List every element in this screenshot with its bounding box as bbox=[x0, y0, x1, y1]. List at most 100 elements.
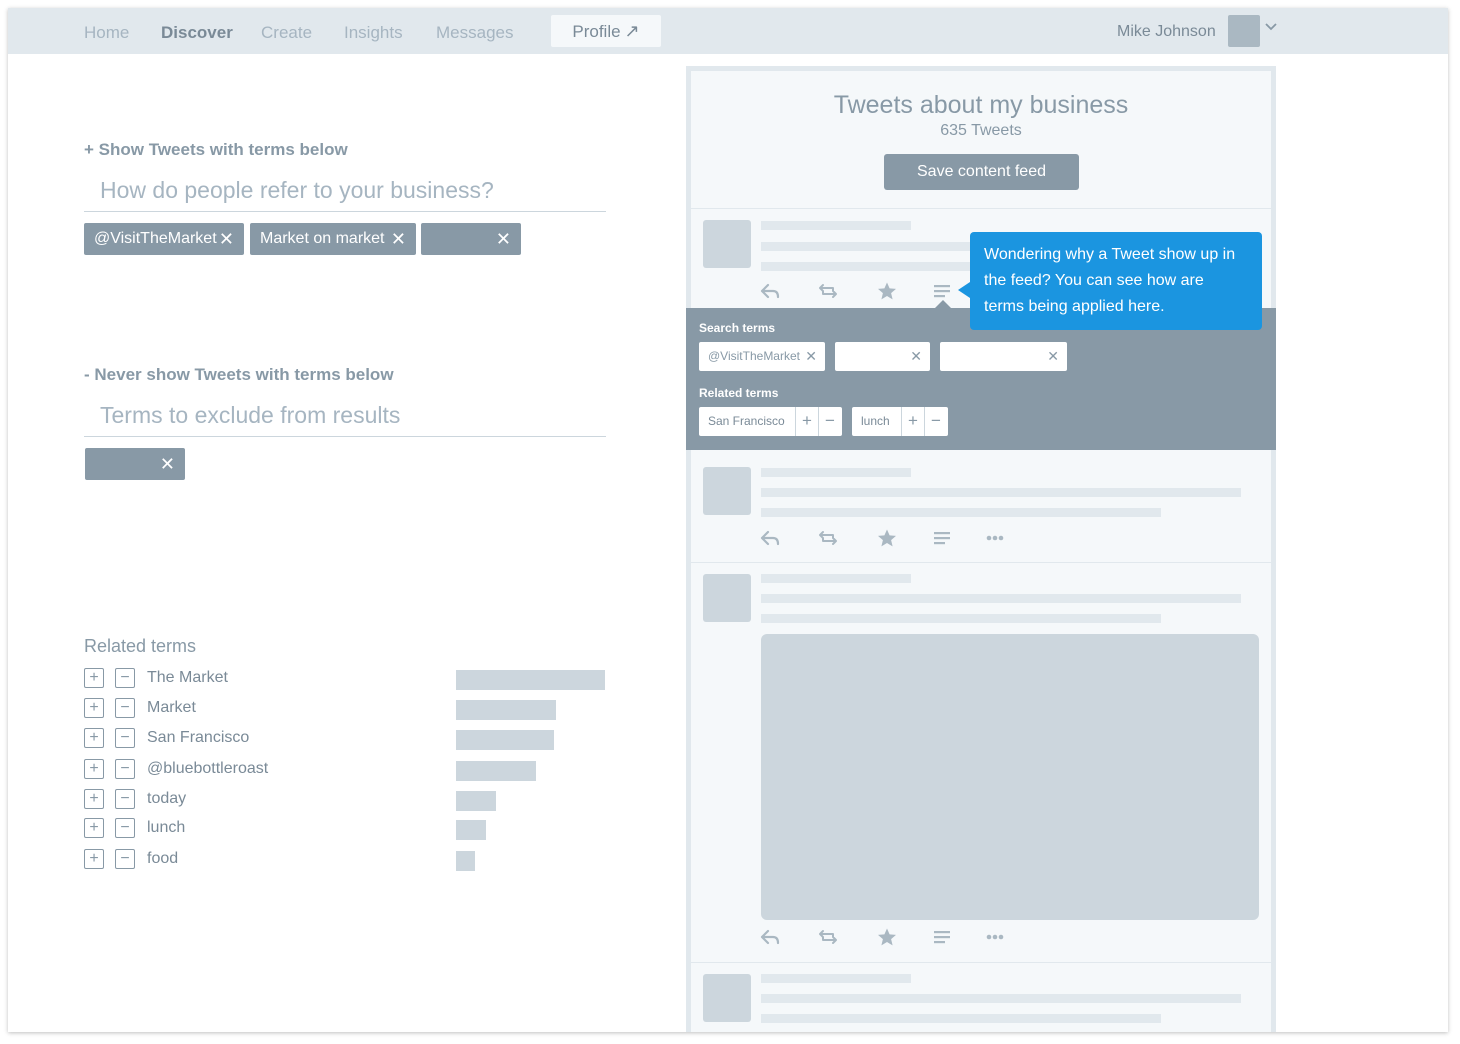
details-icon[interactable] bbox=[932, 927, 952, 947]
related-term-row: + − lunch bbox=[84, 818, 608, 840]
nav-home[interactable]: Home bbox=[84, 23, 129, 43]
app-window: Home Discover Create Insights Messages P… bbox=[8, 8, 1448, 1032]
tweet-line-placeholder bbox=[761, 574, 911, 583]
panel-pointer bbox=[935, 300, 951, 308]
term-label: @VisitTheMarket bbox=[708, 349, 800, 363]
plus-icon[interactable]: + bbox=[84, 789, 104, 809]
divider bbox=[691, 208, 1271, 209]
plus-icon[interactable]: + bbox=[901, 407, 924, 436]
plus-icon[interactable]: + bbox=[84, 698, 104, 718]
tag-label: @VisitTheMarket bbox=[94, 230, 217, 247]
divider bbox=[691, 962, 1271, 963]
external-link-icon: ↗ bbox=[624, 21, 640, 41]
related-term-row: + − food bbox=[84, 849, 608, 871]
plus-icon[interactable]: + bbox=[84, 728, 104, 748]
tweet-line-placeholder bbox=[761, 594, 1241, 603]
related-term-label: food bbox=[147, 850, 179, 867]
reply-icon[interactable] bbox=[760, 281, 780, 301]
term-frequency-bar bbox=[456, 730, 554, 750]
related-term-chip: San Francisco + − bbox=[699, 407, 842, 436]
nav-insights[interactable]: Insights bbox=[344, 23, 403, 43]
search-terms-label: Search terms bbox=[699, 321, 776, 335]
details-icon[interactable] bbox=[932, 528, 952, 548]
details-icon[interactable] bbox=[932, 281, 952, 301]
save-content-feed-button[interactable]: Save content feed bbox=[884, 154, 1079, 190]
include-tag-placeholder: ✕ bbox=[421, 223, 521, 255]
term-label: lunch bbox=[861, 414, 890, 428]
include-title: + Show Tweets with terms below bbox=[84, 140, 348, 159]
chevron-down-icon[interactable] bbox=[1263, 19, 1279, 35]
tweet-line-placeholder bbox=[761, 614, 1161, 623]
minus-icon[interactable]: − bbox=[115, 668, 135, 688]
reply-icon[interactable] bbox=[760, 927, 780, 947]
more-icon[interactable] bbox=[985, 927, 1005, 947]
related-term-chip: lunch + − bbox=[852, 407, 948, 436]
term-frequency-bar bbox=[456, 700, 556, 720]
plus-icon[interactable]: + bbox=[84, 818, 104, 838]
reply-icon[interactable] bbox=[760, 528, 780, 548]
minus-icon[interactable]: − bbox=[924, 407, 947, 436]
related-term-row: + − today bbox=[84, 789, 608, 811]
plus-icon[interactable]: + bbox=[84, 759, 104, 779]
minus-icon[interactable]: − bbox=[115, 728, 135, 748]
include-tag: Market on market ✕ bbox=[250, 223, 416, 255]
minus-icon[interactable]: − bbox=[115, 759, 135, 779]
include-tag: @VisitTheMarket ✕ bbox=[84, 223, 244, 255]
related-term-label: Market bbox=[147, 699, 196, 716]
close-icon[interactable]: ✕ bbox=[160, 448, 175, 480]
tweet-line-placeholder bbox=[761, 1014, 1161, 1023]
close-icon[interactable]: ✕ bbox=[910, 342, 922, 371]
related-term-label: The Market bbox=[147, 669, 228, 686]
more-icon[interactable] bbox=[985, 528, 1005, 548]
star-icon[interactable] bbox=[877, 281, 897, 301]
tweet-avatar-placeholder bbox=[703, 467, 751, 515]
minus-icon[interactable]: − bbox=[115, 789, 135, 809]
close-icon[interactable]: ✕ bbox=[219, 223, 234, 255]
tag-label: Market on market bbox=[260, 230, 385, 247]
tooltip-arrow bbox=[958, 282, 970, 298]
close-icon[interactable]: ✕ bbox=[496, 223, 511, 255]
divider bbox=[691, 562, 1271, 563]
minus-icon[interactable]: − bbox=[818, 407, 841, 436]
plus-icon[interactable]: + bbox=[84, 668, 104, 688]
retweet-icon[interactable] bbox=[818, 927, 838, 947]
related-term-row: + − San Francisco bbox=[84, 728, 608, 750]
minus-icon[interactable]: − bbox=[115, 849, 135, 869]
close-icon[interactable]: ✕ bbox=[805, 342, 817, 371]
related-terms-label: Related terms bbox=[699, 386, 779, 400]
profile-button[interactable]: Profile ↗ bbox=[551, 15, 661, 47]
nav-messages[interactable]: Messages bbox=[436, 23, 513, 43]
related-term-row: + − The Market bbox=[84, 668, 608, 690]
star-icon[interactable] bbox=[877, 528, 897, 548]
content-feed: Tweets about my business 635 Tweets Save… bbox=[686, 66, 1276, 1032]
search-term-chip: @VisitTheMarket ✕ bbox=[699, 342, 825, 371]
avatar[interactable] bbox=[1228, 15, 1260, 47]
include-input[interactable] bbox=[84, 170, 606, 212]
exclude-tag-placeholder: ✕ bbox=[85, 448, 185, 480]
related-term-label: @bluebottleroast bbox=[147, 760, 269, 777]
tweet-line-placeholder bbox=[761, 488, 1241, 497]
nav-discover[interactable]: Discover bbox=[161, 23, 233, 43]
minus-icon[interactable]: − bbox=[115, 818, 135, 838]
related-term-row: + − Market bbox=[84, 698, 608, 720]
term-frequency-bar bbox=[456, 820, 486, 840]
retweet-icon[interactable] bbox=[818, 281, 838, 301]
nav-create[interactable]: Create bbox=[261, 23, 312, 43]
minus-icon[interactable]: − bbox=[115, 698, 135, 718]
plus-icon[interactable]: + bbox=[795, 407, 818, 436]
tweet-count: 635 Tweets bbox=[940, 122, 1022, 139]
plus-icon[interactable]: + bbox=[84, 849, 104, 869]
related-term-label: San Francisco bbox=[147, 729, 250, 746]
star-icon[interactable] bbox=[877, 927, 897, 947]
close-icon[interactable]: ✕ bbox=[1047, 342, 1059, 371]
tweet-line-placeholder bbox=[761, 468, 911, 477]
search-term-chip: ✕ bbox=[940, 342, 1067, 371]
user-name: Mike Johnson bbox=[1117, 23, 1216, 40]
close-icon[interactable]: ✕ bbox=[391, 223, 406, 255]
retweet-icon[interactable] bbox=[818, 528, 838, 548]
exclude-title: - Never show Tweets with terms below bbox=[84, 365, 394, 384]
feed-title: Tweets about my business bbox=[833, 91, 1129, 119]
tweet-media-placeholder bbox=[761, 634, 1259, 920]
term-frequency-bar bbox=[456, 670, 605, 690]
exclude-input[interactable] bbox=[84, 395, 606, 437]
